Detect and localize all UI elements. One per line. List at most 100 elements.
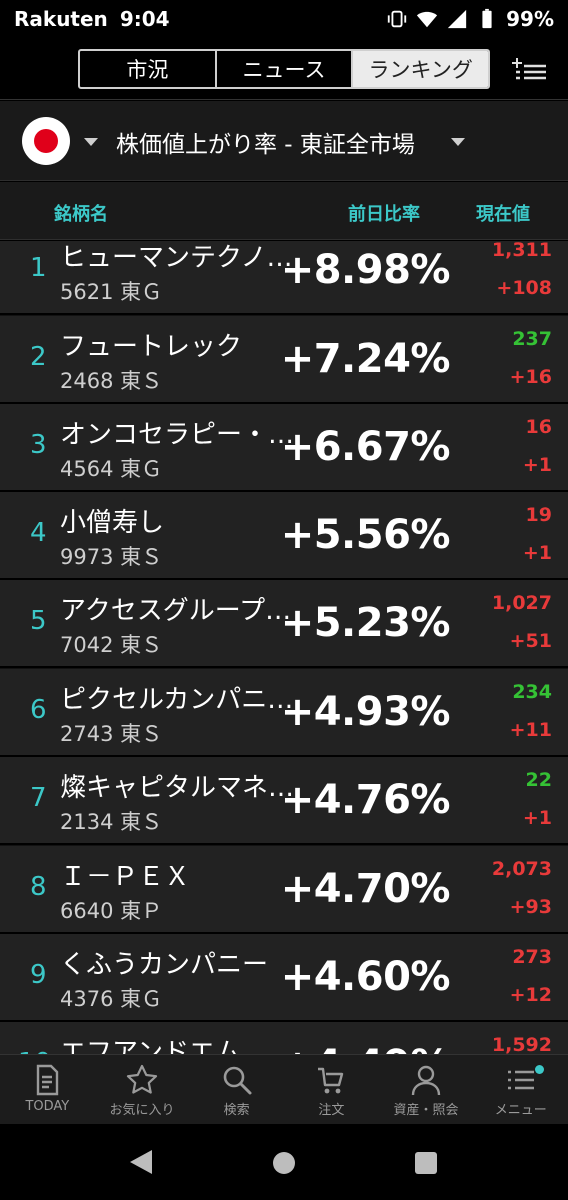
ranking-type-title: 株価値上がり率 - 東証全市場 <box>116 132 415 158</box>
row-change: +51 <box>509 630 552 652</box>
row-stock-name: アクセスグループ… <box>60 596 292 626</box>
row-change: +1 <box>522 454 552 476</box>
menu-list-icon <box>507 1070 534 1090</box>
row-change-rate: +4.93% <box>280 689 451 735</box>
table-row[interactable]: 5 アクセスグループ… 7042 東Ｓ +5.23% 1,027 +51 <box>0 580 568 668</box>
document-icon <box>37 1064 59 1096</box>
wifi-icon <box>417 11 438 28</box>
home-icon[interactable] <box>273 1152 295 1174</box>
row-price: 237 <box>512 328 552 350</box>
nav-today[interactable]: TODAY <box>0 1055 95 1124</box>
nav-label: 資産・照会 <box>393 1103 459 1118</box>
nav-favorites[interactable]: お気に入り <box>95 1055 190 1124</box>
row-stock-name: ヒューマンテクノ… <box>60 243 293 273</box>
row-rank: 7 <box>30 783 47 813</box>
star-icon <box>126 1064 158 1094</box>
ranking-dropdown-icon[interactable] <box>451 138 465 146</box>
row-change-rate: +7.24% <box>280 336 451 382</box>
row-price: 19 <box>525 504 552 526</box>
cart-icon <box>318 1067 344 1094</box>
table-row[interactable]: 9 くふうカンパニー 4376 東Ｇ +4.60% 273 +12 <box>0 934 568 1022</box>
row-change: +108 <box>496 277 552 299</box>
back-icon[interactable] <box>130 1150 152 1174</box>
nav-order[interactable]: 注文 <box>284 1055 379 1124</box>
recent-apps-icon[interactable] <box>415 1152 437 1174</box>
search-icon <box>223 1066 252 1095</box>
tab-news[interactable]: ニュース <box>217 51 354 87</box>
row-stock-code: 9973 東Ｓ <box>60 545 163 569</box>
table-row[interactable]: 6 ピクセルカンパニ… 2743 東Ｓ +4.93% 234 +11 <box>0 669 568 757</box>
row-change-rate: +8.98% <box>280 247 451 293</box>
table-row[interactable]: 7 燦キャピタルマネ… 2134 東Ｓ +4.76% 22 +1 <box>0 757 568 845</box>
nav-label: TODAY <box>25 1099 70 1114</box>
row-change-rate: +4.70% <box>280 866 451 912</box>
row-rank: 6 <box>30 695 47 725</box>
nav-label: 検索 <box>223 1103 250 1118</box>
row-stock-name: エフアンドエム <box>60 1038 241 1054</box>
japan-flag-icon <box>22 117 70 165</box>
carrier-name: Rakuten <box>14 7 108 31</box>
row-change: +12 <box>509 984 552 1006</box>
add-list-icon[interactable] <box>512 56 548 84</box>
row-stock-name: くふうカンパニー <box>60 950 269 980</box>
segment-tabs: 市況 ニュース ランキング <box>78 49 490 89</box>
row-rank: 4 <box>30 518 47 548</box>
nav-assets[interactable]: 資産・照会 <box>379 1055 474 1124</box>
row-stock-name: ピクセルカンパニ… <box>60 685 294 715</box>
signal-icon <box>447 9 467 29</box>
nav-label: お気に入り <box>109 1103 175 1118</box>
row-change-rate: +5.23% <box>280 600 451 646</box>
row-rank: 8 <box>30 872 47 902</box>
row-change-rate: +4.60% <box>280 954 451 1000</box>
table-row[interactable]: 10 エフアンドエム +4.49% 1,592 <box>0 1022 568 1054</box>
table-row[interactable]: 3 オンコセラピー・… 4564 東Ｇ +6.67% 16 +1 <box>0 404 568 492</box>
column-price[interactable]: 現在値 <box>476 200 530 226</box>
status-bar: Rakuten 9:04 99% <box>0 0 568 38</box>
status-icons: 99% <box>386 7 554 31</box>
row-stock-code: 2134 東Ｓ <box>60 810 163 834</box>
row-change-rate: +5.56% <box>280 512 451 558</box>
row-rank: 9 <box>30 960 47 990</box>
row-stock-code: 7042 東Ｓ <box>60 633 163 657</box>
row-stock-code: 2743 東Ｓ <box>60 722 163 746</box>
ranking-list[interactable]: 1 ヒューマンテクノ… 5621 東Ｇ +8.98% 1,311 +108 2 … <box>0 241 568 1054</box>
table-row[interactable]: 1 ヒューマンテクノ… 5621 東Ｇ +8.98% 1,311 +108 <box>0 241 568 315</box>
tab-market[interactable]: 市況 <box>80 51 217 87</box>
flag-dropdown-icon[interactable] <box>84 138 98 146</box>
system-navigation <box>0 1124 568 1200</box>
bottom-navigation: TODAY お気に入り 検索 注文 資産・照会 メニュー <box>0 1054 568 1124</box>
row-price: 1,592 <box>491 1034 552 1054</box>
row-change: +1 <box>522 542 552 564</box>
column-name: 銘柄名 <box>54 204 108 225</box>
battery-icon <box>482 8 492 29</box>
row-price: 234 <box>512 681 552 703</box>
row-change: +16 <box>509 366 552 388</box>
row-stock-name: 小僧寿し <box>60 508 165 538</box>
vibrate-icon <box>387 10 407 28</box>
column-change-rate[interactable]: 前日比率 <box>348 200 420 226</box>
table-row[interactable]: 2 フュートレック 2468 東Ｓ +7.24% 237 +16 <box>0 316 568 404</box>
person-icon <box>411 1065 441 1096</box>
nav-label: 注文 <box>318 1103 345 1118</box>
table-row[interactable]: 4 小僧寿し 9973 東Ｓ +5.56% 19 +1 <box>0 492 568 580</box>
row-change-rate: +6.67% <box>280 424 451 470</box>
status-time: 9:04 <box>119 7 170 31</box>
row-price: 22 <box>525 769 552 791</box>
row-price: 2,073 <box>491 858 552 880</box>
row-price: 1,311 <box>491 241 552 261</box>
row-stock-code: 6640 東Ｐ <box>60 899 163 923</box>
battery-level: 99% <box>506 7 554 31</box>
market-selector[interactable]: 株価値上がり率 - 東証全市場 <box>0 101 568 181</box>
column-header: 銘柄名 前日比率 現在値 <box>0 182 568 240</box>
notification-dot <box>535 1065 545 1074</box>
nav-menu[interactable]: メニュー <box>473 1055 568 1124</box>
row-price: 273 <box>512 946 552 968</box>
nav-search[interactable]: 検索 <box>189 1055 284 1124</box>
row-change: +93 <box>509 896 552 918</box>
tab-ranking[interactable]: ランキング <box>353 51 488 87</box>
row-stock-name: Ｉ－ＰＥＸ <box>60 862 191 892</box>
row-change-rate: +4.49% <box>281 1042 451 1054</box>
app-header: 市況 ニュース ランキング <box>0 38 568 100</box>
table-row[interactable]: 8 Ｉ－ＰＥＸ 6640 東Ｐ +4.70% 2,073 +93 <box>0 846 568 934</box>
row-rank: 2 <box>30 342 47 372</box>
